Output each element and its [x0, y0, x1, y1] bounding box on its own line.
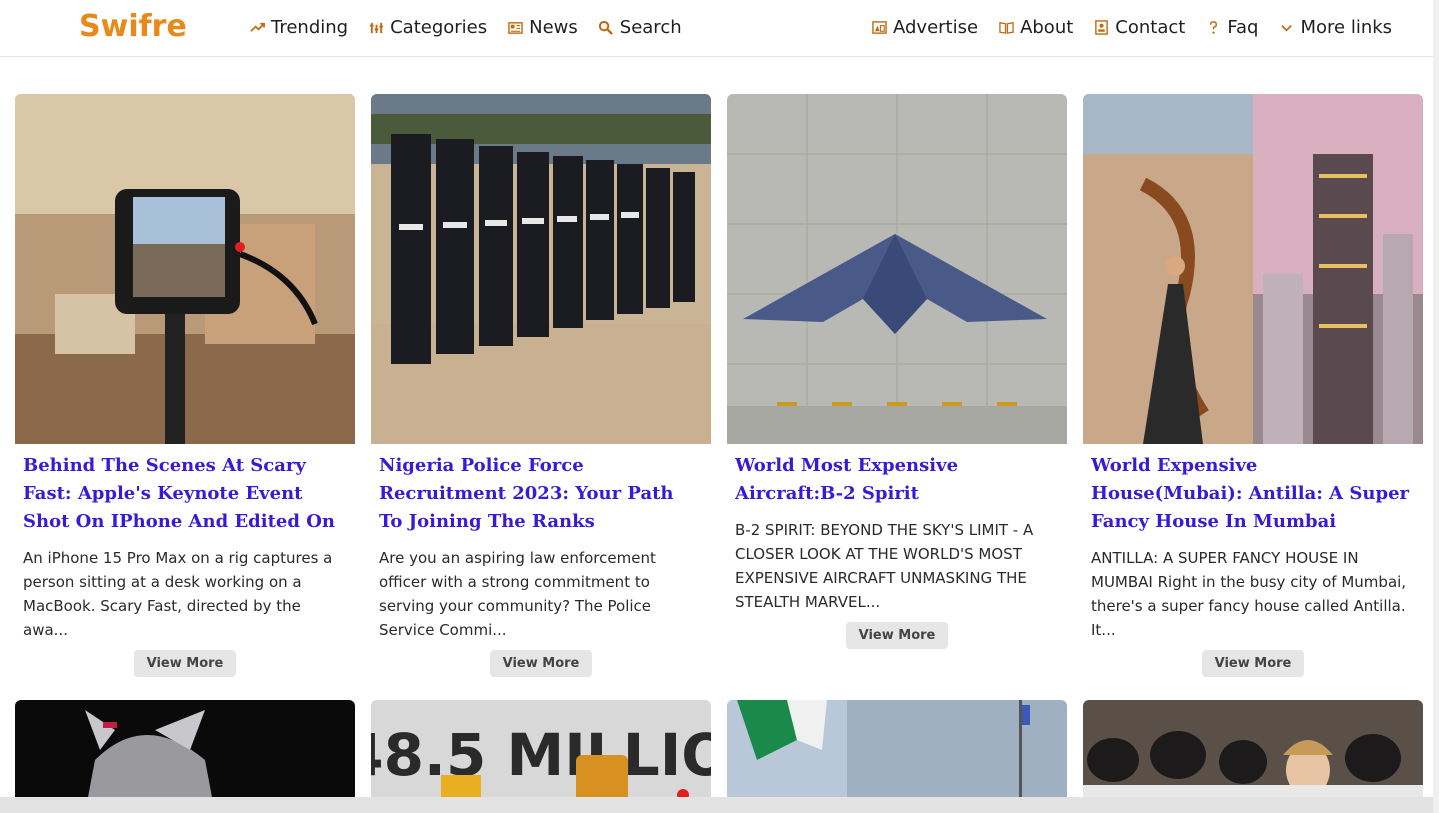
chevron-down-icon — [1278, 20, 1294, 36]
nav-contact-label: Contact — [1115, 17, 1186, 38]
post-thumbnail[interactable] — [15, 94, 355, 444]
post-title[interactable]: World Most Expensive Aircraft:B-2 Spirit — [735, 452, 1059, 508]
news-icon — [507, 20, 523, 36]
book-icon — [998, 20, 1014, 36]
categories-icon — [368, 20, 384, 36]
contact-icon — [1093, 20, 1109, 36]
site-logo[interactable]: Swifre — [79, 9, 187, 44]
nav-contact[interactable]: Contact — [1093, 17, 1185, 38]
image-headline: $48.5 MILLION — [371, 721, 711, 789]
view-more-button[interactable]: View More — [489, 650, 593, 677]
nav-trending[interactable]: Trending — [249, 17, 348, 38]
nav-categories[interactable]: Categories — [368, 17, 487, 38]
nav-news-label: News — [529, 17, 578, 38]
search-icon — [598, 20, 614, 36]
view-more-button[interactable]: View More — [845, 622, 949, 649]
nav-advertise-label: Advertise — [893, 17, 979, 38]
post-card: World Most Expensive Aircraft:B-2 Spirit… — [727, 94, 1067, 649]
post-title[interactable]: Nigeria Police Force Recruitment 2023: Y… — [379, 452, 703, 536]
primary-nav: Trending Categories News Search — [249, 17, 702, 38]
nav-advertise[interactable]: Advertise — [871, 17, 978, 38]
post-excerpt: ANTILLA: A SUPER FANCY HOUSE IN MUMBAI R… — [1091, 549, 1407, 639]
question-icon — [1205, 20, 1221, 36]
nav-trending-label: Trending — [271, 17, 349, 38]
post-excerpt: B-2 SPIRIT: BEYOND THE SKY'S LIMIT - A C… — [735, 521, 1034, 611]
post-thumbnail[interactable] — [1083, 94, 1423, 444]
nav-more-links[interactable]: More links — [1278, 17, 1392, 38]
horizontal-scrollbar[interactable] — [0, 797, 1433, 813]
nav-more-links-label: More links — [1300, 17, 1393, 38]
nav-about[interactable]: About — [998, 17, 1073, 38]
advertise-icon — [871, 20, 887, 36]
nav-news[interactable]: News — [507, 17, 578, 38]
site-header: Swifre Trending Categories News Search A… — [0, 0, 1439, 57]
trending-icon — [249, 20, 265, 36]
view-more-button[interactable]: View More — [133, 650, 237, 677]
post-excerpt: An iPhone 15 Pro Max on a rig captures a… — [23, 549, 333, 639]
post-card: Nigeria Police Force Recruitment 2023: Y… — [371, 94, 711, 677]
post-title[interactable]: World Expensive House(Mubai): Antilla: A… — [1091, 452, 1415, 536]
vertical-scrollbar[interactable] — [1433, 0, 1439, 813]
nav-categories-label: Categories — [390, 17, 488, 38]
post-thumbnail[interactable] — [371, 94, 711, 444]
post-card: World Expensive House(Mubai): Antilla: A… — [1083, 94, 1423, 677]
nav-search[interactable]: Search — [598, 17, 682, 38]
post-excerpt: Are you an aspiring law enforcement offi… — [379, 549, 656, 639]
secondary-nav: Advertise About Contact Faq More links — [871, 17, 1412, 38]
post-title[interactable]: Behind The Scenes At Scary Fast: Apple's… — [23, 452, 347, 536]
post-card: Behind The Scenes At Scary Fast: Apple's… — [15, 94, 355, 677]
post-thumbnail[interactable] — [727, 94, 1067, 444]
nav-faq-label: Faq — [1227, 17, 1259, 38]
nav-about-label: About — [1020, 17, 1074, 38]
nav-faq[interactable]: Faq — [1205, 17, 1258, 38]
nav-search-label: Search — [619, 17, 682, 38]
view-more-button[interactable]: View More — [1201, 650, 1305, 677]
